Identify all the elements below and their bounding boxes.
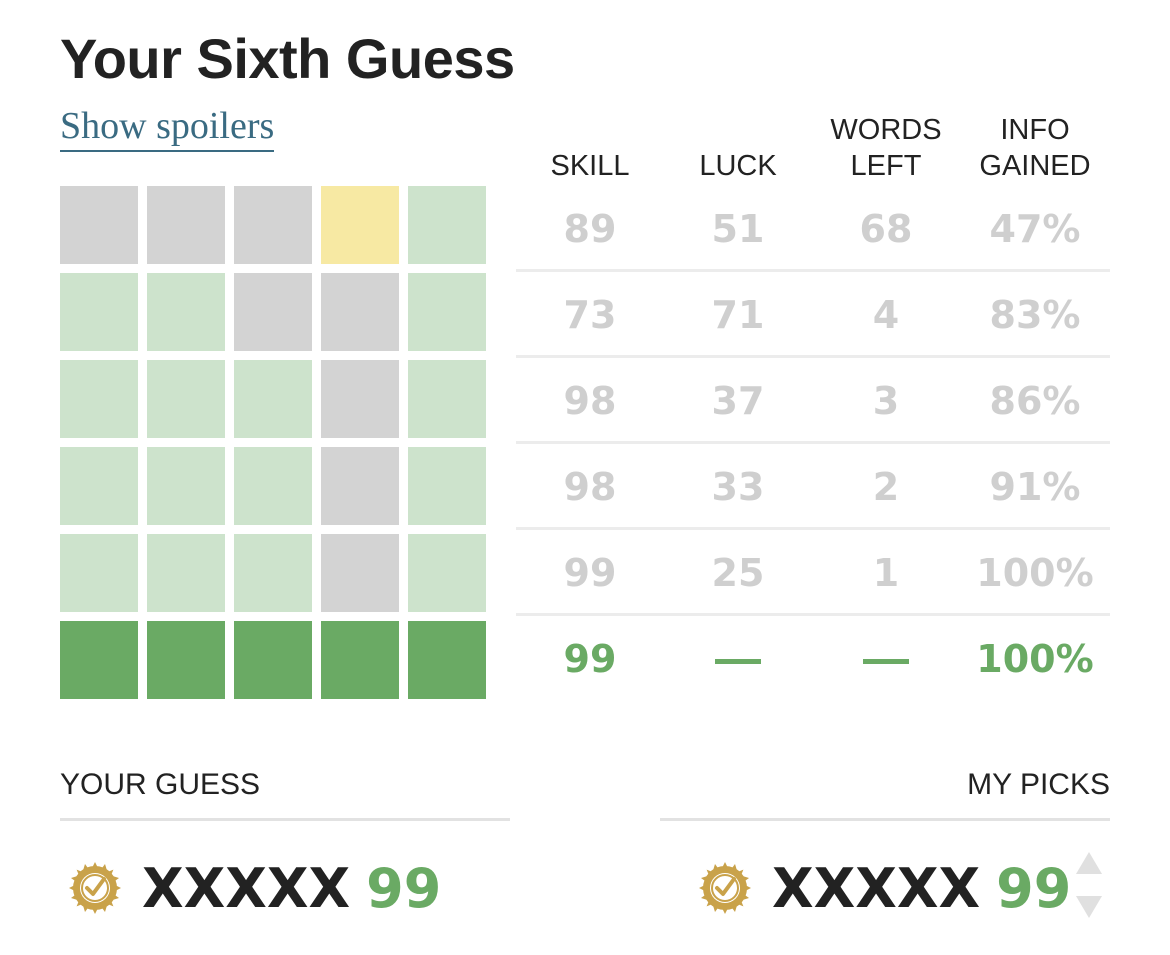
- stats-row-final: 99 — — 100%: [516, 616, 1110, 702]
- skill-value: 98: [563, 379, 617, 423]
- my-pick-word: XXXXX: [772, 856, 981, 920]
- stats-row: 98 33 2 91%: [516, 444, 1110, 530]
- tile-gray: [234, 273, 312, 351]
- skill-value: 99: [563, 551, 617, 595]
- tile-light-green: [60, 534, 138, 612]
- tile-light-green: [408, 447, 486, 525]
- words-left-value: 4: [872, 293, 900, 337]
- info-gained-value: 100%: [976, 637, 1094, 681]
- header-info-label-2: GAINED: [979, 150, 1091, 182]
- my-pick-score: 99: [996, 856, 1072, 920]
- tile-gray: [234, 186, 312, 264]
- tile-light-green: [234, 447, 312, 525]
- header-words-label-1: WORDS: [830, 114, 942, 146]
- tile-light-green: [147, 273, 225, 351]
- stats-row: 73 71 4 83%: [516, 272, 1110, 358]
- header-skill: SKILL: [520, 112, 660, 184]
- tile-green: [147, 621, 225, 699]
- tile-light-green: [234, 534, 312, 612]
- info-gained-value: 83%: [989, 293, 1081, 337]
- info-gained-value: 100%: [976, 551, 1094, 595]
- header-luck-label: LUCK: [699, 150, 777, 182]
- dash-icon: [715, 659, 761, 664]
- tile-light-green: [408, 360, 486, 438]
- header-luck: LUCK: [668, 112, 808, 184]
- tile-light-green: [234, 360, 312, 438]
- stats-row: 98 37 3 86%: [516, 358, 1110, 444]
- header-skill-label: SKILL: [550, 150, 630, 182]
- luck-value: 51: [711, 207, 765, 251]
- header-words-left: WORDS LEFT: [816, 112, 956, 184]
- down-arrow-icon[interactable]: [1076, 896, 1102, 918]
- tile-gray: [321, 447, 399, 525]
- words-left-value: 3: [872, 379, 900, 423]
- luck-value: —: [668, 616, 808, 702]
- tile-light-green: [408, 534, 486, 612]
- tile-light-green: [60, 273, 138, 351]
- skill-value: 98: [563, 465, 617, 509]
- words-left-value: 68: [859, 207, 913, 251]
- tile-green: [60, 621, 138, 699]
- tile-light-green: [60, 447, 138, 525]
- divider: [660, 818, 1110, 821]
- tile-gray: [60, 186, 138, 264]
- up-arrow-icon[interactable]: [1076, 852, 1102, 874]
- tile-gray: [147, 186, 225, 264]
- tile-gray: [321, 360, 399, 438]
- header-info-gained: INFO GAINED: [965, 112, 1105, 184]
- tile-gray: [321, 273, 399, 351]
- tile-green: [408, 621, 486, 699]
- check-badge-icon: [69, 862, 121, 914]
- skill-value: 99: [563, 637, 617, 681]
- words-left-value: 1: [872, 551, 900, 595]
- stats-row: 89 51 68 47%: [516, 186, 1110, 272]
- info-gained-value: 86%: [989, 379, 1081, 423]
- my-picks-label: MY PICKS: [967, 768, 1110, 801]
- dash-icon: [863, 659, 909, 664]
- your-guess-score: 99: [366, 856, 442, 920]
- tile-light-green: [147, 534, 225, 612]
- tile-light-green: [147, 360, 225, 438]
- your-guess-word: XXXXX: [142, 856, 351, 920]
- my-pick: XXXXX 99: [698, 848, 1071, 928]
- tile-light-green: [147, 447, 225, 525]
- tile-yellow: [321, 186, 399, 264]
- luck-value: 33: [711, 465, 765, 509]
- tile-green: [321, 621, 399, 699]
- words-left-value: —: [816, 616, 956, 702]
- tile-gray: [321, 534, 399, 612]
- tile-light-green: [408, 186, 486, 264]
- words-left-value: 2: [872, 465, 900, 509]
- page-title: Your Sixth Guess: [60, 27, 515, 90]
- header-words-label-2: LEFT: [850, 150, 922, 182]
- info-gained-value: 47%: [989, 207, 1081, 251]
- luck-value: 25: [711, 551, 765, 595]
- divider: [60, 818, 510, 821]
- info-gained-value: 91%: [989, 465, 1081, 509]
- skill-value: 73: [563, 293, 617, 337]
- tile-light-green: [60, 360, 138, 438]
- tile-light-green: [408, 273, 486, 351]
- luck-value: 37: [711, 379, 765, 423]
- skill-value: 89: [563, 207, 617, 251]
- show-spoilers-link[interactable]: Show spoilers: [60, 104, 275, 152]
- header-info-label-1: INFO: [1000, 114, 1070, 146]
- your-guess: XXXXX 99: [68, 848, 441, 928]
- luck-value: 71: [711, 293, 765, 337]
- pick-stepper[interactable]: [1074, 852, 1104, 922]
- stats-row: 99 25 1 100%: [516, 530, 1110, 616]
- your-guess-label: YOUR GUESS: [60, 768, 261, 801]
- tile-green: [234, 621, 312, 699]
- check-badge-icon: [699, 862, 751, 914]
